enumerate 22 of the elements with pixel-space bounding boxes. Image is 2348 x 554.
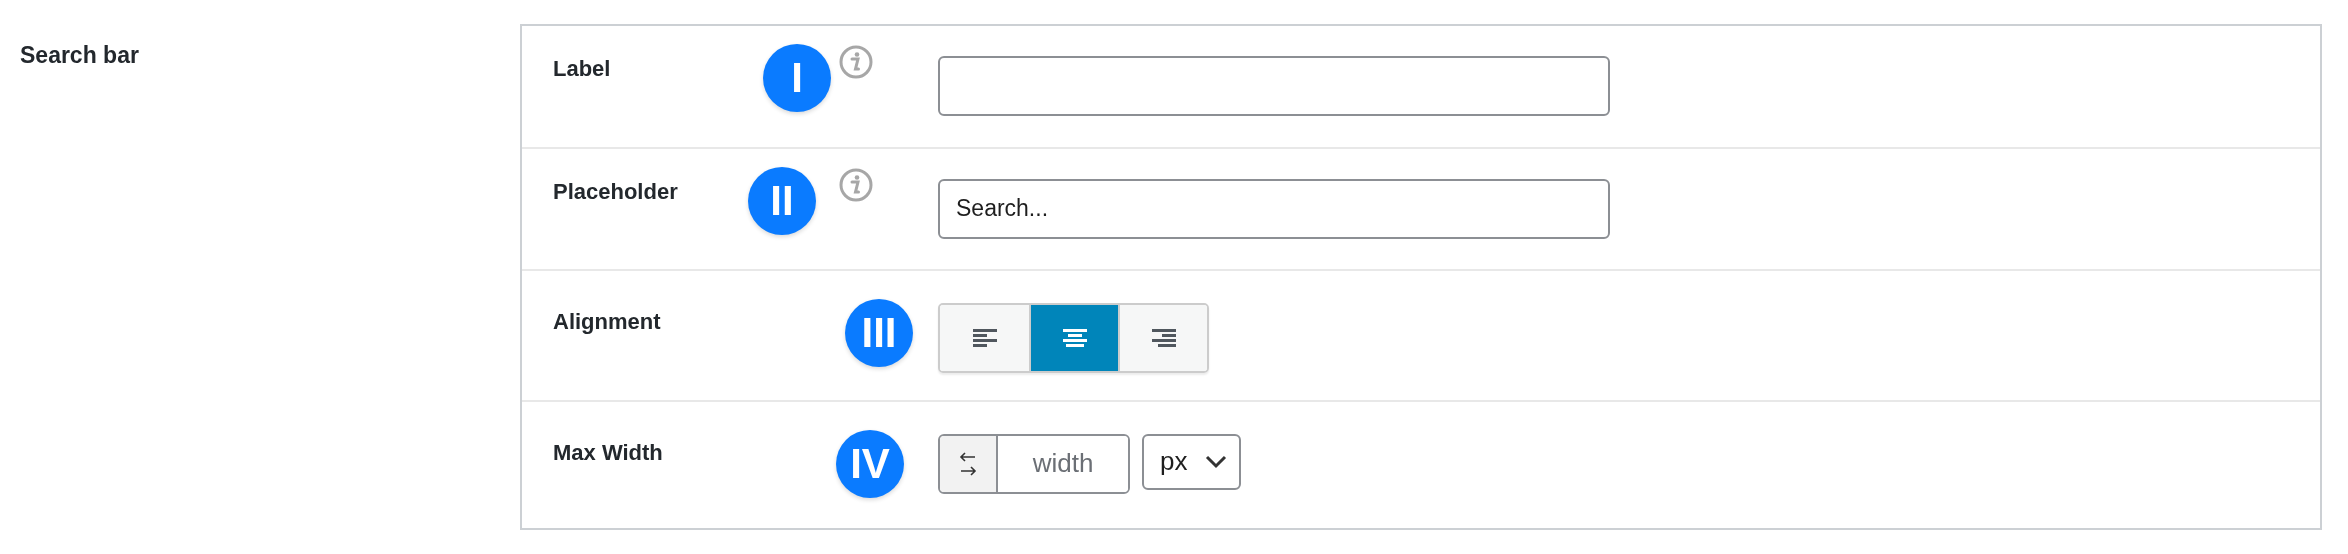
info-icon[interactable] (838, 44, 874, 80)
row-label: Label (553, 56, 611, 81)
row-label: Alignment (553, 309, 661, 335)
row-label: Placeholder (553, 178, 678, 204)
step-marker: IV (836, 429, 904, 498)
width-field[interactable]: width (938, 433, 1130, 494)
alignment-button[interactable] (1118, 305, 1207, 372)
section-title: Search bar (20, 41, 140, 70)
text-field[interactable] (938, 56, 1610, 116)
chevron-down-icon (1205, 454, 1228, 469)
text-field[interactable]: Search... (938, 178, 1610, 239)
alignment-button[interactable] (1029, 305, 1118, 372)
unit-select[interactable]: px (1142, 433, 1242, 490)
align-right-icon (1151, 328, 1176, 349)
row-label: Max Width (553, 439, 663, 465)
alignment-button[interactable] (940, 305, 1029, 372)
step-marker: II (748, 166, 816, 235)
step-marker: I (763, 44, 831, 112)
info-icon[interactable] (838, 166, 874, 203)
step-marker: III (845, 299, 913, 368)
align-left-icon (972, 328, 997, 349)
align-center-icon (1062, 328, 1087, 349)
